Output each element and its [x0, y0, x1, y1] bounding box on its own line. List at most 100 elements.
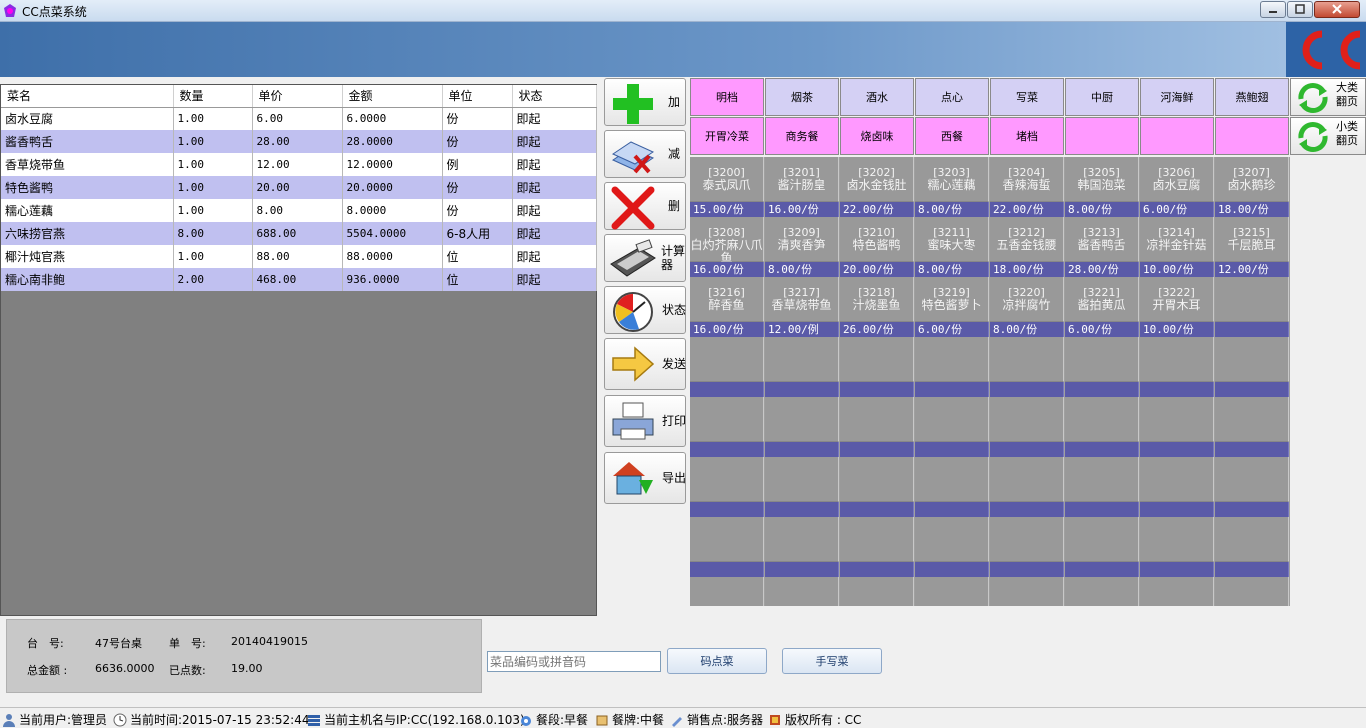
- table-row[interactable]: 六味捞官燕 8.00 688.00 5504.0000 6-8人用 即起: [1, 222, 597, 245]
- empty-dish-cell[interactable]: [690, 457, 765, 517]
- export-button[interactable]: 导出: [604, 452, 686, 504]
- big-category-page-button[interactable]: 大类翻页: [1290, 78, 1366, 116]
- big-category-tab[interactable]: 河海鲜: [1140, 78, 1214, 116]
- dish-cell[interactable]: [3200] 泰式凤爪 15.00/份: [690, 157, 765, 217]
- order-table[interactable]: 菜名 数量 单价 金额 单位 状态 卤水豆腐 1.00 6.00 6.0000 份即起酱…: [0, 84, 597, 616]
- add-button[interactable]: 加: [604, 78, 686, 126]
- column-header-status[interactable]: 状态: [512, 85, 597, 108]
- maximize-button[interactable]: [1287, 1, 1313, 18]
- big-category-tab[interactable]: 点心: [915, 78, 989, 116]
- empty-dish-cell[interactable]: [915, 517, 990, 577]
- dish-cell[interactable]: [3211] 蜜味大枣 8.00/份: [915, 217, 990, 277]
- small-category-tab[interactable]: [1065, 117, 1139, 155]
- calculator-button[interactable]: 计算器: [604, 234, 686, 282]
- empty-dish-cell[interactable]: [1215, 277, 1290, 337]
- empty-dish-cell[interactable]: [1215, 577, 1290, 606]
- empty-dish-cell[interactable]: [840, 457, 915, 517]
- table-row[interactable]: 糯心莲藕 1.00 8.00 8.0000 份即起: [1, 199, 597, 222]
- table-row[interactable]: 卤水豆腐 1.00 6.00 6.0000 份即起: [1, 107, 597, 130]
- empty-dish-cell[interactable]: [1065, 517, 1140, 577]
- empty-dish-cell[interactable]: [765, 457, 840, 517]
- empty-dish-cell[interactable]: [1215, 457, 1290, 517]
- send-button[interactable]: 发送: [604, 338, 686, 390]
- dish-cell[interactable]: [3208] 白灼芥麻八爪鱼 16.00/份: [690, 217, 765, 277]
- dish-cell[interactable]: [3216] 醉香鱼 16.00/份: [690, 277, 765, 337]
- empty-dish-cell[interactable]: [840, 577, 915, 606]
- table-row[interactable]: 特色酱鸭 1.00 20.00 20.0000 份即起: [1, 176, 597, 199]
- dish-cell[interactable]: [3220] 凉拌腐竹 8.00/份: [990, 277, 1065, 337]
- empty-dish-cell[interactable]: [1140, 577, 1215, 606]
- big-category-tab[interactable]: 中厨: [1065, 78, 1139, 116]
- empty-dish-cell[interactable]: [1140, 517, 1215, 577]
- empty-dish-cell[interactable]: [990, 397, 1065, 457]
- column-header-name[interactable]: 菜名: [1, 85, 174, 108]
- empty-dish-cell[interactable]: [1215, 337, 1290, 397]
- small-category-tab[interactable]: 烧卤味: [840, 117, 914, 155]
- small-category-tab[interactable]: 堵档: [990, 117, 1064, 155]
- dish-cell[interactable]: [3202] 卤水金钱肚 22.00/份: [840, 157, 915, 217]
- dish-cell[interactable]: [3212] 五香金钱腰 18.00/份: [990, 217, 1065, 277]
- dish-cell[interactable]: [3206] 卤水豆腐 6.00/份: [1140, 157, 1215, 217]
- big-category-tab[interactable]: 燕鲍翅: [1215, 78, 1289, 116]
- print-button[interactable]: 打印: [604, 395, 686, 447]
- empty-dish-cell[interactable]: [1065, 577, 1140, 606]
- delete-button[interactable]: 删: [604, 182, 686, 230]
- dish-cell[interactable]: [3213] 酱香鸭舌 28.00/份: [1065, 217, 1140, 277]
- empty-dish-cell[interactable]: [765, 517, 840, 577]
- table-row[interactable]: 椰汁炖官燕 1.00 88.00 88.0000 位即起: [1, 245, 597, 268]
- dish-cell[interactable]: [3218] 汁烧墨鱼 26.00/份: [840, 277, 915, 337]
- close-button[interactable]: [1314, 1, 1360, 18]
- empty-dish-cell[interactable]: [990, 577, 1065, 606]
- table-row[interactable]: 香草烧带鱼 1.00 12.00 12.0000 例即起: [1, 153, 597, 176]
- small-category-page-button[interactable]: 小类翻页: [1290, 117, 1366, 155]
- dish-cell[interactable]: [3219] 特色酱萝卜 6.00/份: [915, 277, 990, 337]
- status-button[interactable]: 状态: [604, 286, 686, 334]
- dish-cell[interactable]: [3215] 千层脆耳 12.00/份: [1215, 217, 1290, 277]
- reduce-button[interactable]: 减: [604, 130, 686, 178]
- dish-cell[interactable]: [3222] 开胃木耳 10.00/份: [1140, 277, 1215, 337]
- handwrite-order-button[interactable]: 手写菜: [782, 648, 882, 674]
- big-category-tab[interactable]: 烟茶: [765, 78, 839, 116]
- empty-dish-cell[interactable]: [1065, 337, 1140, 397]
- big-category-tab[interactable]: 酒水: [840, 78, 914, 116]
- empty-dish-cell[interactable]: [1140, 457, 1215, 517]
- empty-dish-cell[interactable]: [915, 577, 990, 606]
- dish-cell[interactable]: [3207] 卤水鹅珍 18.00/份: [1215, 157, 1290, 217]
- big-category-tab[interactable]: 明档: [690, 78, 764, 116]
- small-category-tab[interactable]: 商务餐: [765, 117, 839, 155]
- empty-dish-cell[interactable]: [1065, 457, 1140, 517]
- dish-cell[interactable]: [3205] 韩国泡菜 8.00/份: [1065, 157, 1140, 217]
- dish-cell[interactable]: [3203] 糯心莲藕 8.00/份: [915, 157, 990, 217]
- empty-dish-cell[interactable]: [915, 397, 990, 457]
- empty-dish-cell[interactable]: [765, 577, 840, 606]
- empty-dish-cell[interactable]: [1215, 517, 1290, 577]
- dish-cell[interactable]: [3217] 香草烧带鱼 12.00/例: [765, 277, 840, 337]
- empty-dish-cell[interactable]: [915, 457, 990, 517]
- dish-cell[interactable]: [3209] 清爽香笋 8.00/份: [765, 217, 840, 277]
- small-category-tab[interactable]: 西餐: [915, 117, 989, 155]
- dish-code-search-input[interactable]: [487, 651, 661, 672]
- big-category-tab[interactable]: 写菜: [990, 78, 1064, 116]
- minimize-button[interactable]: [1260, 1, 1286, 18]
- dish-cell[interactable]: [3204] 香辣海蜇 22.00/份: [990, 157, 1065, 217]
- empty-dish-cell[interactable]: [690, 517, 765, 577]
- dish-cell[interactable]: [3221] 酱拍黄瓜 6.00/份: [1065, 277, 1140, 337]
- dish-cell[interactable]: [3214] 凉拌金针菇 10.00/份: [1140, 217, 1215, 277]
- column-header-unit[interactable]: 单位: [442, 85, 513, 108]
- empty-dish-cell[interactable]: [1140, 337, 1215, 397]
- empty-dish-cell[interactable]: [765, 337, 840, 397]
- small-category-tab[interactable]: [1215, 117, 1289, 155]
- empty-dish-cell[interactable]: [840, 337, 915, 397]
- empty-dish-cell[interactable]: [1140, 397, 1215, 457]
- small-category-tab[interactable]: 开胃冷菜: [690, 117, 764, 155]
- empty-dish-cell[interactable]: [690, 397, 765, 457]
- dish-cell[interactable]: [3201] 酱汁肠皇 16.00/份: [765, 157, 840, 217]
- code-order-button[interactable]: 码点菜: [667, 648, 767, 674]
- empty-dish-cell[interactable]: [1065, 397, 1140, 457]
- empty-dish-cell[interactable]: [840, 397, 915, 457]
- empty-dish-cell[interactable]: [990, 457, 1065, 517]
- small-category-tab[interactable]: [1140, 117, 1214, 155]
- empty-dish-cell[interactable]: [990, 337, 1065, 397]
- empty-dish-cell[interactable]: [690, 337, 765, 397]
- empty-dish-cell[interactable]: [990, 517, 1065, 577]
